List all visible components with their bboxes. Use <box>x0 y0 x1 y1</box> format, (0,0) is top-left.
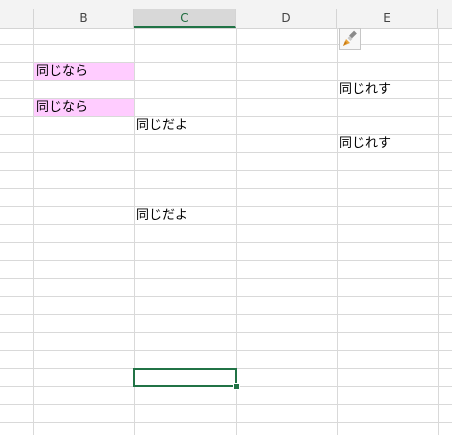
paste-options-button[interactable] <box>339 28 361 50</box>
grid-line <box>0 404 452 405</box>
cell-c[interactable]: 同じだよ <box>134 117 236 134</box>
spreadsheet-grid: B C D E 同じなら 同じれす 同じなら 同じだよ 同じれす 同じだよ <box>0 0 452 435</box>
grid-line <box>0 260 452 261</box>
grid-line <box>0 296 452 297</box>
grid-line <box>0 422 452 423</box>
grid-line <box>0 44 452 45</box>
grid-line <box>0 152 452 153</box>
grid-line <box>0 314 452 315</box>
column-header-e[interactable]: E <box>337 9 438 28</box>
column-header-f[interactable] <box>438 9 452 28</box>
column-header-row: B C D E <box>0 0 452 29</box>
grid-line <box>0 188 452 189</box>
column-header-d[interactable]: D <box>236 9 337 28</box>
grid-line <box>0 332 452 333</box>
paintbrush-icon <box>343 30 357 46</box>
column-header-b[interactable]: B <box>34 9 134 28</box>
cell-e[interactable]: 同じれす <box>337 81 438 98</box>
cell-b-highlighted[interactable]: 同じなら <box>34 63 134 80</box>
cell-e[interactable]: 同じれす <box>337 135 438 152</box>
grid-line <box>0 170 452 171</box>
column-header-a[interactable] <box>0 9 34 28</box>
grid-line <box>0 278 452 279</box>
grid-line <box>0 350 452 351</box>
grid-line <box>0 224 452 225</box>
fill-handle[interactable] <box>233 383 240 390</box>
cell-c[interactable]: 同じだよ <box>134 207 236 224</box>
column-header-c[interactable]: C <box>134 9 236 28</box>
grid-line <box>0 242 452 243</box>
grid-line <box>438 28 439 435</box>
grid-line <box>33 28 34 435</box>
active-cell-selection[interactable] <box>133 368 237 387</box>
cell-b-highlighted[interactable]: 同じなら <box>34 99 134 116</box>
